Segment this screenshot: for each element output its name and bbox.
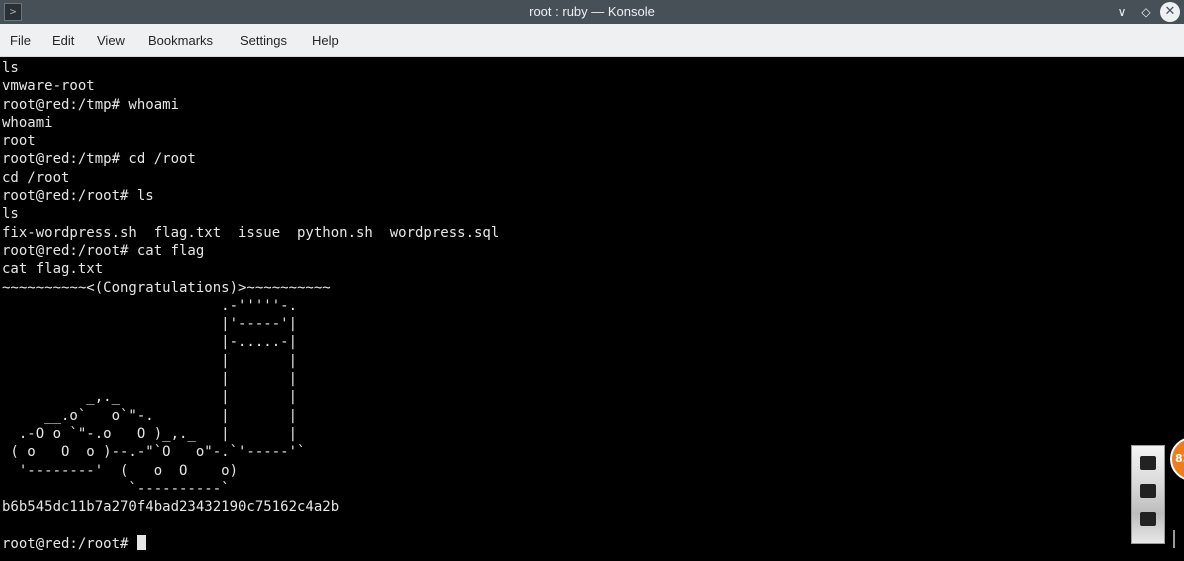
menu-item-help[interactable]: Help bbox=[312, 24, 339, 57]
terminal-view[interactable]: ls vmware-root root@red:/tmp# whoami who… bbox=[0, 57, 1184, 561]
terminal-line: root@red:/root# ls bbox=[2, 188, 154, 205]
terminal-line: ( o O o )--.-"`O o"-.`'-----'` bbox=[10, 444, 306, 461]
terminal-line: '--------' ( o O o) bbox=[18, 462, 239, 479]
terminal-line: root@red:/tmp# cd /root bbox=[2, 151, 196, 168]
menu-item-bookmarks[interactable]: Bookmarks bbox=[148, 24, 213, 57]
terminal-output: ls vmware-root root@red:/tmp# whoami who… bbox=[0, 57, 1184, 553]
calligraphy-glyph-icon bbox=[1140, 456, 1156, 470]
terminal-line: | | bbox=[221, 371, 298, 388]
terminal-line: root@red:/tmp# whoami bbox=[2, 96, 180, 113]
menu-item-settings[interactable]: Settings bbox=[240, 24, 287, 57]
window-titlebar[interactable]: > root : ruby — Konsole ∨ ◇ ✕ bbox=[0, 0, 1184, 24]
terminal-line: vmware-root bbox=[2, 78, 95, 95]
terminal-line: cat flag.txt bbox=[2, 261, 104, 278]
desktop-widget[interactable] bbox=[1131, 445, 1165, 544]
terminal-line: whoami bbox=[2, 114, 53, 131]
terminal-line: _,._ | | bbox=[86, 389, 298, 406]
terminal-line: .-O o `"-.o O )_,._ | | bbox=[18, 425, 298, 442]
terminal-line: b6b545dc11b7a270f4bad23432190c75162c4a2b bbox=[2, 499, 340, 516]
menu-item-view[interactable]: View bbox=[97, 24, 125, 57]
menu-bar: File Edit View Bookmarks Settings Help bbox=[0, 24, 1184, 57]
scrollbar-handle[interactable] bbox=[1173, 530, 1175, 548]
calligraphy-glyph-icon bbox=[1140, 484, 1156, 498]
terminal-line: .-'''''-. bbox=[221, 297, 298, 314]
minimize-icon[interactable]: ∨ bbox=[1112, 2, 1132, 22]
text-cursor bbox=[136, 534, 146, 550]
terminal-line: `----------` bbox=[128, 480, 230, 497]
menu-item-edit[interactable]: Edit bbox=[52, 24, 74, 57]
terminal-line: ls bbox=[2, 60, 19, 76]
terminal-line: __.o` o`"-. | | bbox=[44, 407, 298, 424]
menu-item-file[interactable]: File bbox=[10, 24, 31, 57]
terminal-line: |-.....-| bbox=[221, 334, 298, 351]
terminal-line: fix-wordpress.sh flag.txt issue python.s… bbox=[2, 224, 500, 241]
terminal-line: |'-----'| bbox=[221, 316, 298, 333]
terminal-history: ls vmware-root root@red:/tmp# whoami who… bbox=[2, 60, 499, 515]
terminal-line: ls bbox=[2, 206, 19, 223]
terminal-line: root bbox=[2, 133, 36, 150]
terminal-line: cd /root bbox=[2, 169, 70, 186]
window-title: root : ruby — Konsole bbox=[529, 4, 655, 19]
calligraphy-glyph-icon bbox=[1140, 512, 1156, 526]
close-icon[interactable]: ✕ bbox=[1160, 2, 1180, 22]
terminal-line: ~~~~~~~~~~<(Congratulations)>~~~~~~~~~~ bbox=[2, 279, 331, 296]
terminal-line: | | bbox=[221, 352, 298, 369]
terminal-line: root@red:/root# cat flag bbox=[2, 242, 205, 259]
maximize-icon[interactable]: ◇ bbox=[1136, 2, 1156, 22]
terminal-prompt: root@red:/root# bbox=[2, 535, 137, 552]
